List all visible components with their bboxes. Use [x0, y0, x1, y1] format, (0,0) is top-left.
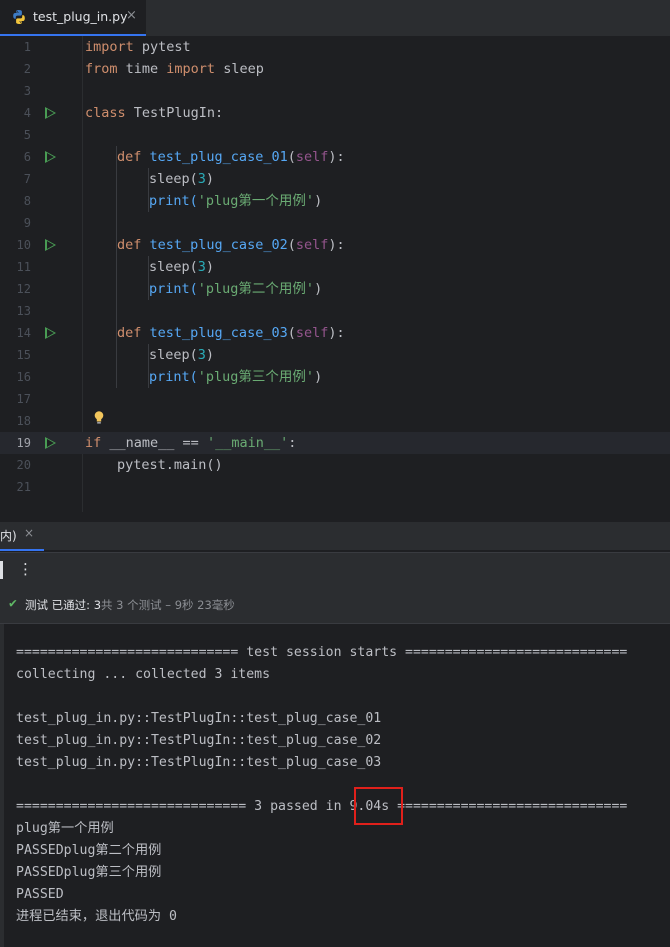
code-line[interactable]: 13: [0, 300, 670, 322]
lightbulb-icon[interactable]: [93, 410, 105, 426]
line-number: 18: [16, 414, 31, 428]
code-line[interactable]: 14 def test_plug_case_03(self):: [0, 322, 670, 344]
code-line[interactable]: 15 sleep(3): [0, 344, 670, 366]
line-number: 17: [16, 392, 31, 406]
line-number: 2: [23, 62, 31, 76]
run-icon[interactable]: [45, 151, 56, 163]
console-line: ============================= 3 passed i…: [16, 799, 628, 814]
line-number: 10: [16, 238, 31, 252]
line-number: 13: [16, 304, 31, 318]
code-line[interactable]: 5: [0, 124, 670, 146]
code-line[interactable]: 10 def test_plug_case_02(self):: [0, 234, 670, 256]
check-icon: ✔: [9, 596, 17, 611]
run-icon[interactable]: [45, 437, 56, 449]
line-number: 12: [16, 282, 31, 296]
duration-highlight-box: [354, 787, 403, 825]
code-text: sleep(3): [149, 171, 215, 187]
editor-tab-bar: test_plug_in.py ×: [0, 0, 670, 37]
line-number: 15: [16, 348, 31, 362]
line-number: 14: [16, 326, 31, 340]
code-text: print('plug第三个用例'): [149, 369, 323, 385]
code-line-current[interactable]: 19 if __name__ == '__main__':: [0, 432, 670, 454]
console-line: 进程已结束，退出代码为 0: [16, 909, 177, 924]
close-icon[interactable]: ×: [126, 8, 137, 23]
code-text: print('plug第二个用例'): [149, 281, 323, 297]
line-number: 20: [16, 458, 31, 472]
run-panel-tabs: 内) ×: [0, 522, 670, 550]
code-line[interactable]: 16 print('plug第三个用例'): [0, 366, 670, 388]
line-number: 16: [16, 370, 31, 384]
console-line: test_plug_in.py::TestPlugIn::test_plug_c…: [16, 755, 382, 770]
code-text: def test_plug_case_01(self):: [117, 149, 345, 165]
line-number: 21: [16, 480, 31, 494]
code-line[interactable]: 3: [0, 80, 670, 102]
code-line[interactable]: 20 pytest.main(): [0, 454, 670, 476]
tab-filename: test_plug_in.py: [33, 9, 128, 24]
code-text: from time import sleep: [85, 61, 264, 77]
console-line: ============================ test sessio…: [16, 645, 628, 660]
active-tab-indicator: [0, 549, 44, 551]
code-line[interactable]: 7 sleep(3): [0, 168, 670, 190]
code-line[interactable]: 11 sleep(3): [0, 256, 670, 278]
console-line: PASSEDplug第二个用例: [16, 843, 162, 858]
console-line: PASSED: [16, 887, 64, 902]
line-number: 8: [23, 194, 31, 208]
run-icon[interactable]: [45, 327, 56, 339]
code-text: class TestPlugIn:: [85, 105, 224, 121]
run-icon[interactable]: [45, 239, 56, 251]
code-text: import pytest: [85, 39, 191, 55]
code-line[interactable]: 8 print('plug第一个用例'): [0, 190, 670, 212]
python-file-icon: [13, 10, 25, 24]
code-line[interactable]: 17: [0, 388, 670, 410]
line-number: 4: [23, 106, 31, 120]
console-line: collecting ... collected 3 items: [16, 667, 271, 682]
line-number: 5: [23, 128, 31, 142]
tab-test-plug-in[interactable]: test_plug_in.py ×: [0, 0, 146, 36]
code-text: if __name__ == '__main__':: [85, 435, 297, 451]
console-line: plug第一个用例: [16, 821, 114, 836]
line-number: 11: [16, 260, 31, 274]
close-icon[interactable]: ×: [24, 526, 34, 540]
test-status-text: 测试 已通过: 3共 3 个测试 – 9秒 23毫秒: [25, 598, 235, 612]
code-line[interactable]: 6 def test_plug_case_01(self):: [0, 146, 670, 168]
code-line[interactable]: 12 print('plug第二个用例'): [0, 278, 670, 300]
code-text: print('plug第一个用例'): [149, 193, 323, 209]
more-options-icon[interactable]: ⋮: [18, 560, 33, 578]
run-toolbar: ⋮: [0, 552, 670, 590]
code-line[interactable]: 1 import pytest: [0, 36, 670, 58]
line-number: 7: [23, 172, 31, 186]
line-number: 6: [23, 150, 31, 164]
code-text: pytest.main(): [117, 457, 223, 473]
code-line[interactable]: 21: [0, 476, 670, 498]
run-tab-label[interactable]: 内): [0, 527, 17, 544]
line-number: 9: [23, 216, 31, 230]
code-text: sleep(3): [149, 347, 215, 363]
code-text: def test_plug_case_02(self):: [117, 237, 345, 253]
line-number: 3: [23, 84, 31, 98]
line-number: 1: [23, 40, 31, 54]
console-line: PASSEDplug第三个用例: [16, 865, 162, 880]
toolbar-edge-icon[interactable]: [0, 561, 3, 579]
line-number: 19: [16, 436, 31, 450]
code-line[interactable]: 2 from time import sleep: [0, 58, 670, 80]
console-line: test_plug_in.py::TestPlugIn::test_plug_c…: [16, 711, 382, 726]
test-status-bar: ✔ 测试 已通过: 3共 3 个测试 – 9秒 23毫秒: [0, 589, 670, 624]
code-line[interactable]: 9: [0, 212, 670, 234]
code-line[interactable]: 4 class TestPlugIn:: [0, 102, 670, 124]
console-gutter: [0, 624, 4, 947]
run-icon[interactable]: [45, 107, 56, 119]
code-text: sleep(3): [149, 259, 215, 275]
code-text: def test_plug_case_03(self):: [117, 325, 345, 341]
console-line: test_plug_in.py::TestPlugIn::test_plug_c…: [16, 733, 382, 748]
